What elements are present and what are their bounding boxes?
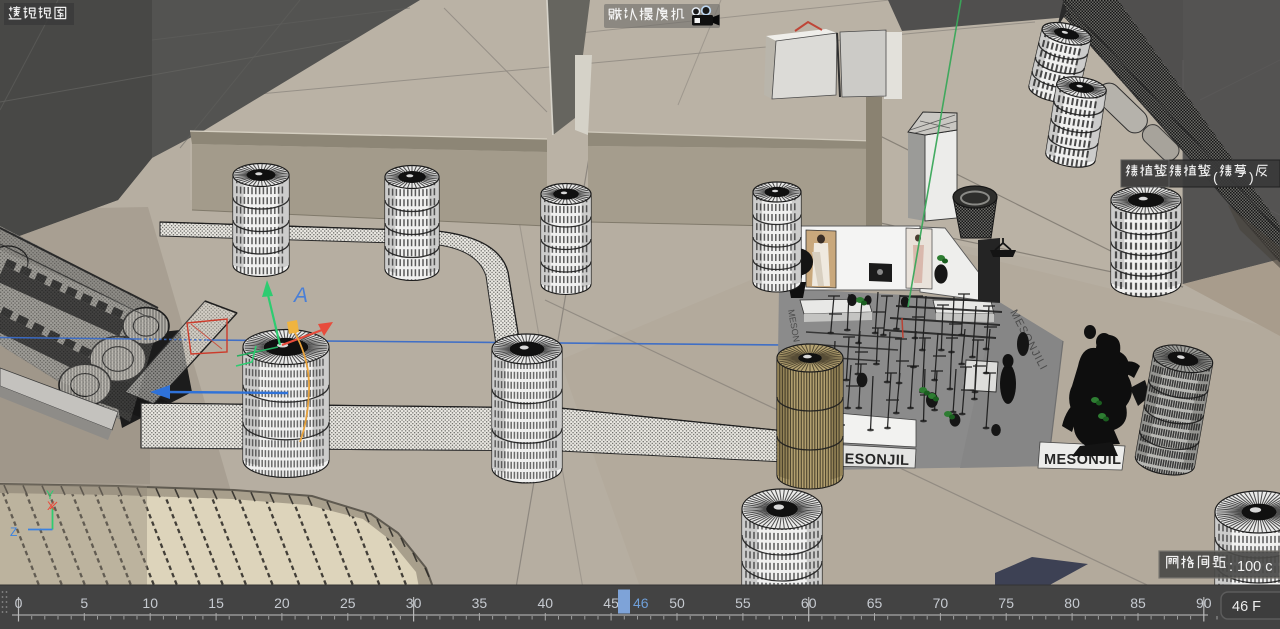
svg-text:Z: Z (10, 525, 17, 539)
svg-text:30: 30 (406, 595, 422, 611)
svg-text:75: 75 (998, 595, 1014, 611)
svg-text:MESONJIL: MESONJIL (832, 451, 910, 469)
svg-text:80: 80 (1064, 595, 1080, 611)
svg-text:46 F: 46 F (1232, 599, 1261, 615)
svg-text:5: 5 (80, 595, 88, 611)
svg-text:85: 85 (1130, 595, 1146, 611)
svg-text:60: 60 (801, 595, 817, 611)
svg-text:55: 55 (735, 595, 751, 611)
svg-text:15: 15 (208, 595, 224, 611)
svg-text:A: A (292, 284, 308, 307)
svg-text:: 100 c: : 100 c (1229, 559, 1273, 575)
svg-text:65: 65 (867, 595, 883, 611)
svg-text:90: 90 (1196, 595, 1212, 611)
svg-text:46: 46 (633, 595, 649, 611)
svg-text:25: 25 (340, 595, 356, 611)
svg-text:0: 0 (15, 595, 23, 611)
svg-text:): ) (1249, 169, 1254, 185)
svg-text:40: 40 (538, 595, 554, 611)
svg-text:20: 20 (274, 595, 290, 611)
svg-text:45: 45 (603, 595, 619, 611)
svg-text:10: 10 (142, 595, 158, 611)
svg-text:35: 35 (472, 595, 488, 611)
svg-text:(: ( (1213, 169, 1218, 185)
svg-text:70: 70 (933, 595, 949, 611)
svg-text:50: 50 (669, 595, 685, 611)
